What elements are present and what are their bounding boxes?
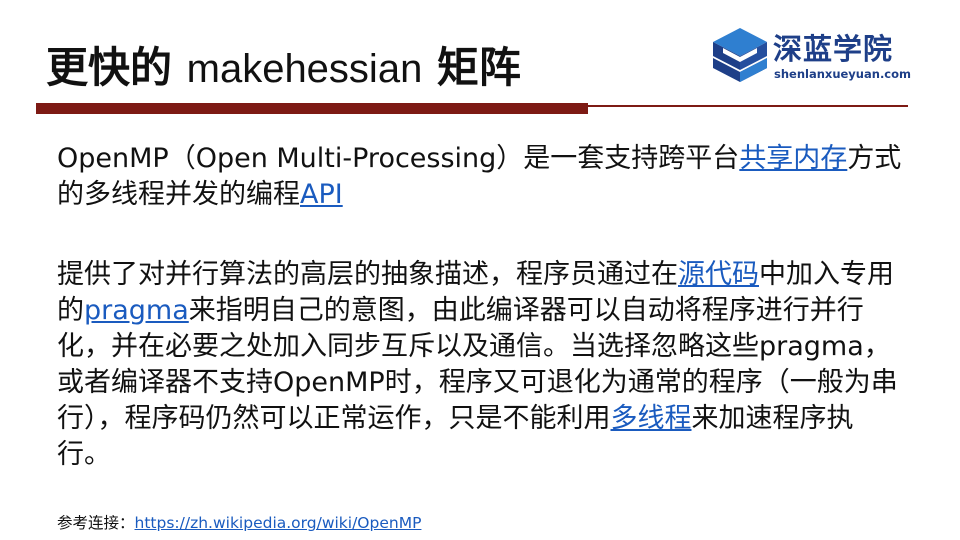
- link-api[interactable]: API: [300, 179, 343, 210]
- link-pragma[interactable]: pragma: [84, 295, 189, 326]
- logo-mark-icon: [713, 28, 767, 82]
- link-shared-memory[interactable]: 共享内存: [739, 143, 847, 174]
- title-prefix: 更快的: [46, 43, 187, 92]
- reference-line: 参考连接：https://zh.wikipedia.org/wiki/OpenM…: [57, 511, 421, 535]
- brand-logo: 深蓝学院 shenlanxueyuan.com: [711, 26, 921, 88]
- logo-url: shenlanxueyuan.com: [774, 67, 912, 81]
- link-source-code[interactable]: 源代码: [678, 259, 759, 290]
- link-multithreading[interactable]: 多线程: [611, 403, 692, 434]
- p1-text-a: OpenMP（Open Multi-Processing）是一套支持跨平台: [57, 143, 740, 174]
- p2-text-a: 提供了对并行算法的高层的抽象描述，程序员通过在: [57, 259, 678, 290]
- title-underline-thin: [588, 105, 908, 107]
- reference-label: 参考连接：: [57, 514, 135, 532]
- paragraph-openmp-intro: OpenMP（Open Multi-Processing）是一套支持跨平台共享内…: [57, 141, 907, 213]
- title-suffix: 矩阵: [422, 43, 521, 92]
- reference-link[interactable]: https://zh.wikipedia.org/wiki/OpenMP: [135, 514, 422, 532]
- slide-title: 更快的 makehessian 矩阵: [46, 30, 521, 107]
- paragraph-openmp-detail: 提供了对并行算法的高层的抽象描述，程序员通过在源代码中加入专用的pragma来指…: [57, 257, 907, 473]
- title-underline-thick: [36, 103, 588, 114]
- title-code: makehessian: [186, 47, 423, 91]
- logo-name: 深蓝学院: [773, 32, 894, 66]
